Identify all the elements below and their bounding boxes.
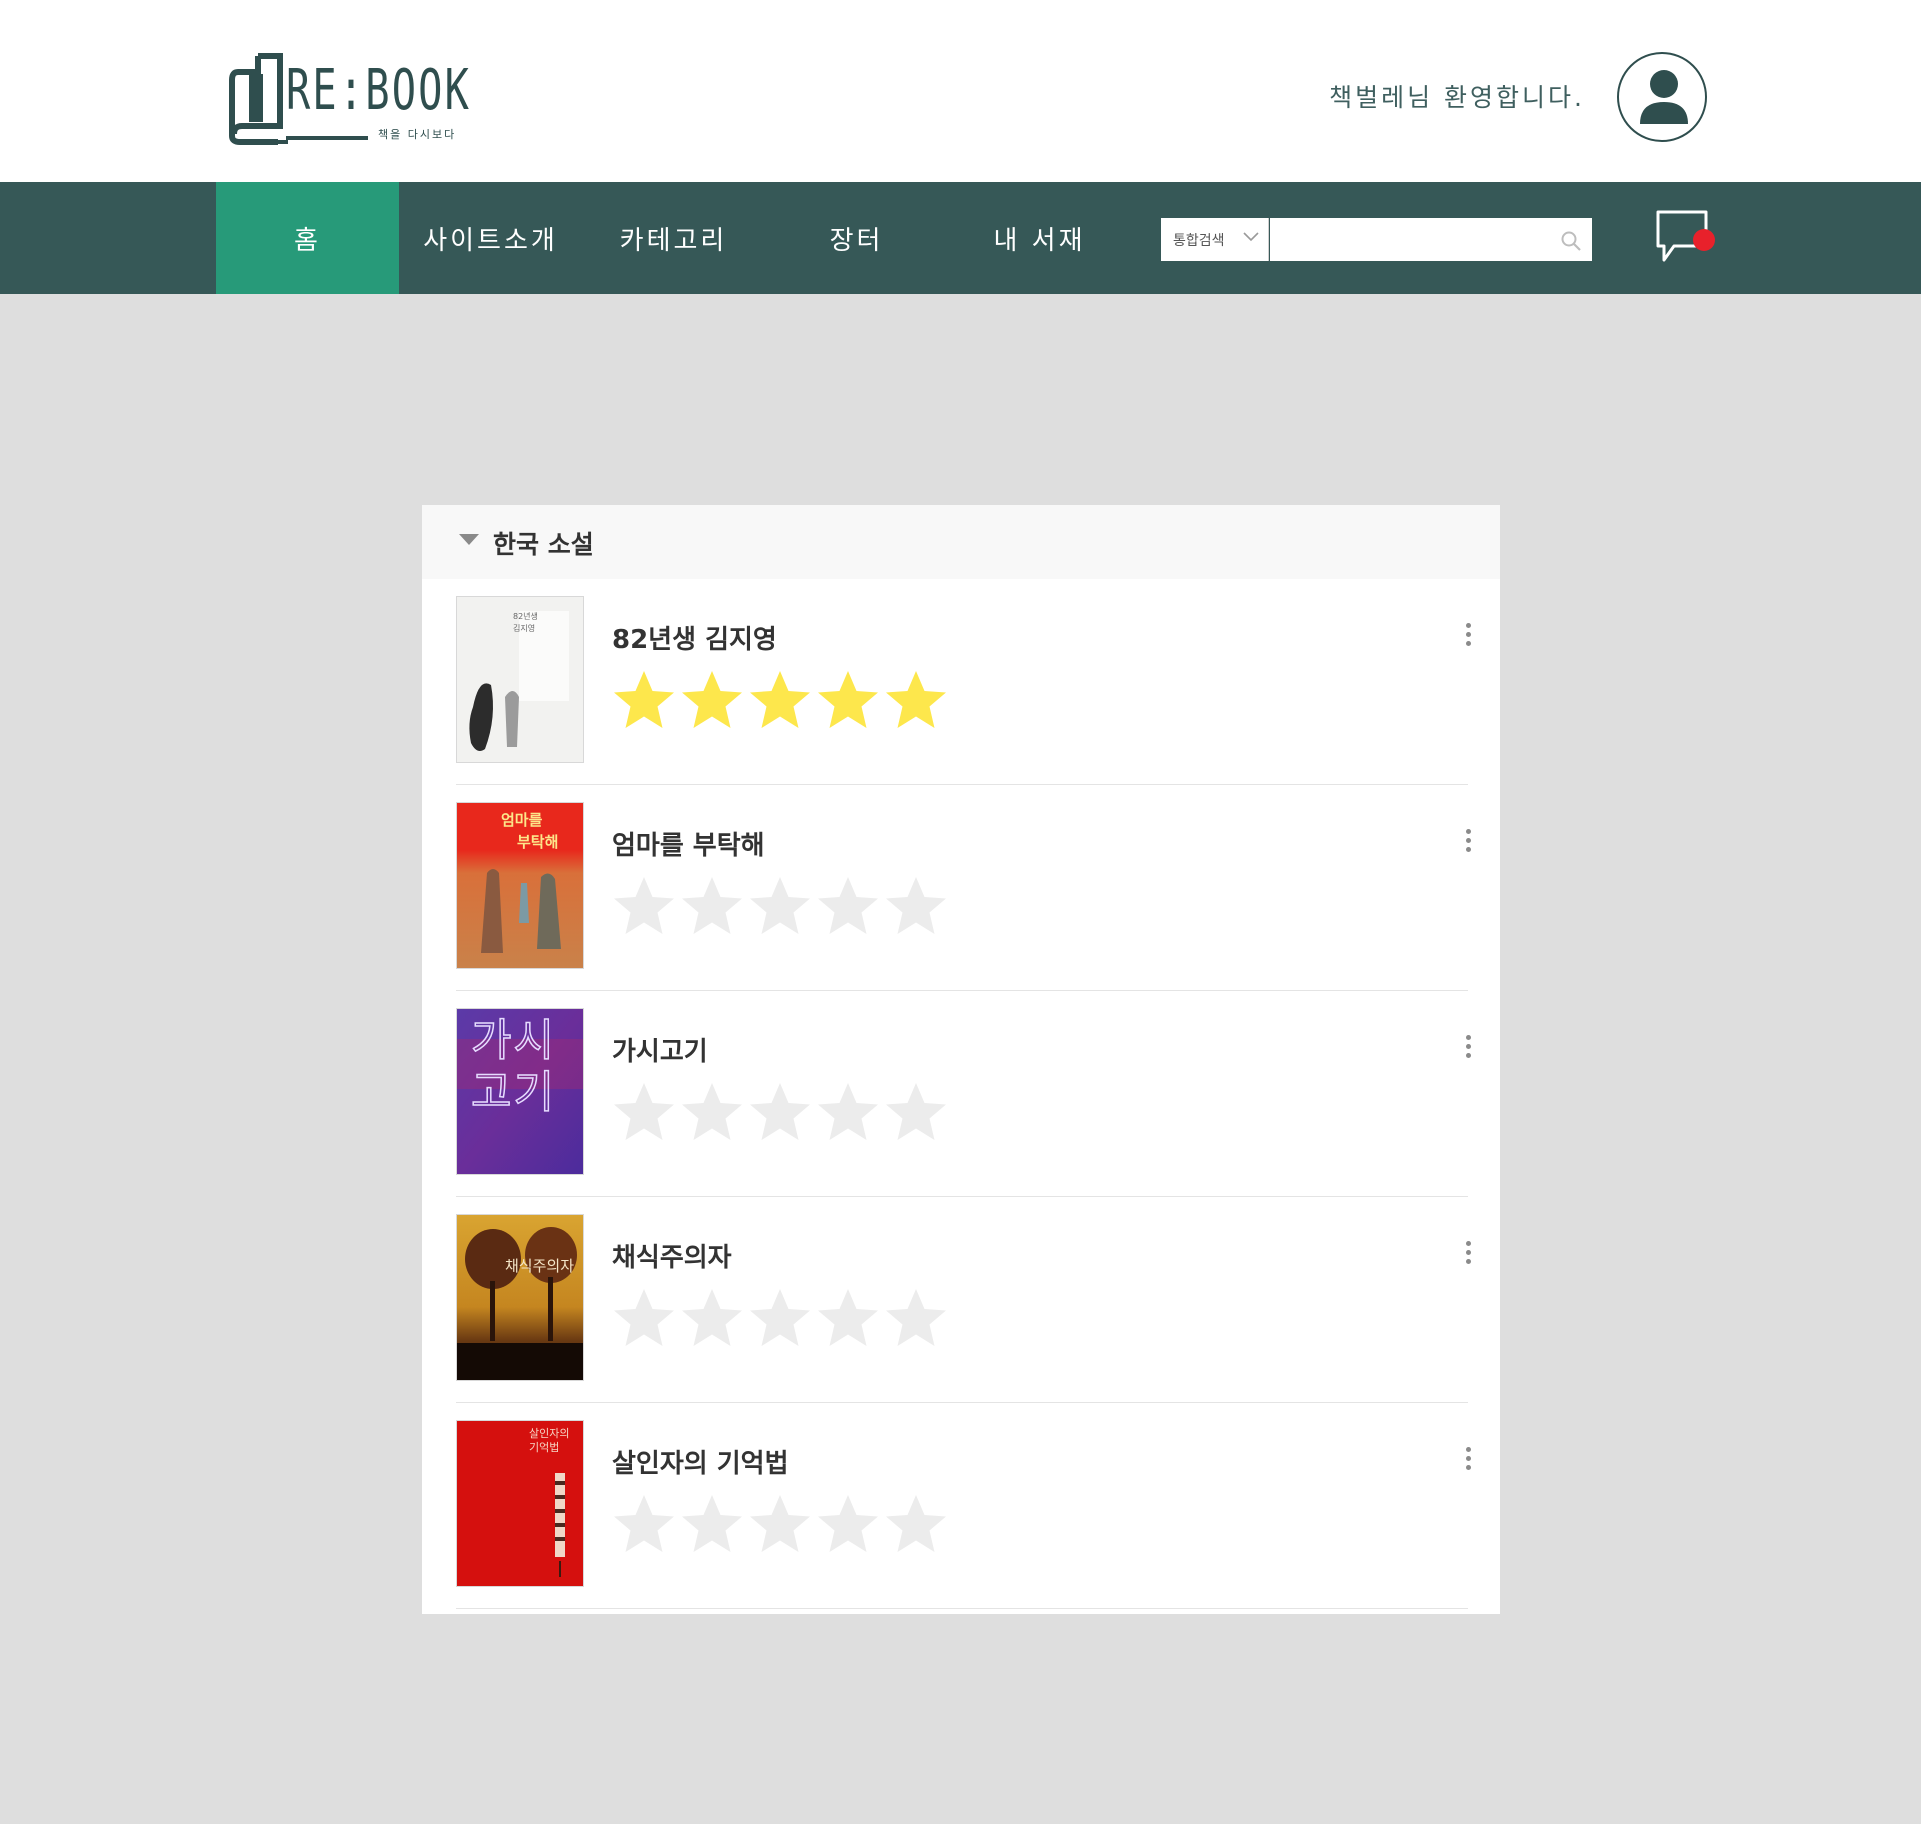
more-options-icon[interactable] — [1462, 829, 1474, 859]
star-rating — [610, 1491, 950, 1559]
caret-down-icon — [459, 534, 479, 545]
star-empty-icon[interactable] — [814, 1491, 882, 1559]
logo-wordmark: RE:BOOK — [286, 58, 472, 123]
site-header: RE:BOOK 책을 다시보다 책벌레님 환영합니다. — [0, 0, 1921, 182]
nav-item-label: 장터 — [829, 225, 884, 256]
star-empty-icon[interactable] — [678, 1491, 746, 1559]
notification-dot — [1693, 229, 1715, 251]
book-cover-image[interactable]: 채식주의자 — [456, 1214, 584, 1381]
panel-header[interactable]: 한국 소설 — [422, 505, 1500, 579]
cover-text: 82년생 김지영 — [513, 612, 538, 633]
star-empty-icon[interactable] — [746, 1079, 814, 1147]
more-options-icon[interactable] — [1462, 1447, 1474, 1477]
book-title[interactable]: 채식주의자 — [612, 1237, 732, 1274]
logo-tagline: 책을 다시보다 — [378, 128, 457, 141]
book-row: 가시 고기 가시고기 — [456, 991, 1471, 1197]
cover-text: 가시 고기 — [470, 1014, 556, 1119]
more-options-icon[interactable] — [1462, 1241, 1474, 1271]
book-title[interactable]: 가시고기 — [612, 1031, 708, 1068]
nav-item-label: 내 서재 — [993, 225, 1086, 256]
nav-item-label: 카테고리 — [619, 225, 728, 256]
star-empty-icon[interactable] — [882, 1491, 950, 1559]
book-row: 채식주의자 채식주의자 — [456, 1197, 1471, 1403]
star-empty-icon[interactable] — [610, 1285, 678, 1353]
star-rating — [610, 1079, 950, 1147]
star-empty-icon[interactable] — [882, 1079, 950, 1147]
nav-item-category[interactable]: 카테고리 — [582, 182, 765, 294]
star-empty-icon[interactable] — [746, 873, 814, 941]
star-empty-icon[interactable] — [678, 1079, 746, 1147]
book-cover-image[interactable]: 살인자의 기억법 — [456, 1420, 584, 1587]
search-scope-value: 통합검색 — [1173, 232, 1225, 249]
main-navigation: 홈 사이트소개 카테고리 장터 내 서재 통합검색 — [0, 182, 1921, 294]
chevron-down-icon — [1243, 232, 1259, 242]
search-input[interactable] — [1270, 218, 1592, 261]
welcome-message: 책벌레님 환영합니다. — [1329, 83, 1585, 112]
star-rating — [610, 1285, 950, 1353]
star-empty-icon[interactable] — [882, 873, 950, 941]
star-empty-icon[interactable] — [746, 1491, 814, 1559]
star-filled-icon[interactable] — [746, 667, 814, 735]
star-empty-icon[interactable] — [678, 1285, 746, 1353]
star-empty-icon[interactable] — [814, 1285, 882, 1353]
nav-item-about[interactable]: 사이트소개 — [399, 182, 582, 294]
book-title[interactable]: 엄마를 부탁해 — [612, 825, 765, 862]
star-empty-icon[interactable] — [610, 1079, 678, 1147]
nav-item-market[interactable]: 장터 — [765, 182, 948, 294]
star-filled-icon[interactable] — [882, 667, 950, 735]
book-row: 82년생 김지영 82년생 김지영 — [456, 579, 1471, 785]
more-options-icon[interactable] — [1462, 1035, 1474, 1065]
book-list-panel: 한국 소설 82년생 김지영 82년생 김지영 엄마를 부탁해 엄마를 부탁해 … — [422, 505, 1500, 1614]
nav-item-label: 홈 — [294, 225, 321, 256]
site-logo[interactable]: RE:BOOK 책을 다시보다 — [228, 52, 469, 148]
star-empty-icon[interactable] — [882, 1285, 950, 1353]
star-empty-icon[interactable] — [610, 873, 678, 941]
star-filled-icon[interactable] — [814, 667, 882, 735]
book-title[interactable]: 82년생 김지영 — [612, 619, 777, 656]
cover-text: 살인자의 기억법 — [529, 1427, 570, 1454]
book-row: 살인자의 기억법 살인자의 기억법 — [456, 1403, 1471, 1609]
chat-button[interactable] — [1652, 206, 1718, 268]
star-empty-icon[interactable] — [814, 873, 882, 941]
star-empty-icon[interactable] — [746, 1285, 814, 1353]
more-options-icon[interactable] — [1462, 623, 1474, 653]
search-icon[interactable] — [1560, 230, 1582, 252]
user-avatar-button[interactable] — [1617, 52, 1707, 142]
book-cover-image[interactable]: 82년생 김지영 — [456, 596, 584, 763]
star-empty-icon[interactable] — [814, 1079, 882, 1147]
nav-item-home[interactable]: 홈 — [216, 182, 399, 294]
nav-item-my-library[interactable]: 내 서재 — [948, 182, 1131, 294]
star-filled-icon[interactable] — [610, 667, 678, 735]
star-rating — [610, 667, 950, 735]
star-empty-icon[interactable] — [610, 1491, 678, 1559]
star-empty-icon[interactable] — [678, 873, 746, 941]
panel-title: 한국 소설 — [493, 530, 594, 559]
book-logo-icon — [229, 53, 288, 145]
book-cover-image[interactable]: 가시 고기 — [456, 1008, 584, 1175]
book-title[interactable]: 살인자의 기억법 — [612, 1443, 789, 1480]
book-cover-image[interactable]: 엄마를 부탁해 — [456, 802, 584, 969]
star-filled-icon[interactable] — [678, 667, 746, 735]
cover-text: 채식주의자 — [505, 1257, 575, 1275]
cover-text: 엄마를 부탁해 — [501, 811, 559, 851]
user-icon — [1640, 70, 1688, 124]
nav-item-label: 사이트소개 — [423, 225, 558, 256]
search-scope-select[interactable]: 통합검색 — [1161, 218, 1269, 261]
book-row: 엄마를 부탁해 엄마를 부탁해 — [456, 785, 1471, 991]
star-rating — [610, 873, 950, 941]
